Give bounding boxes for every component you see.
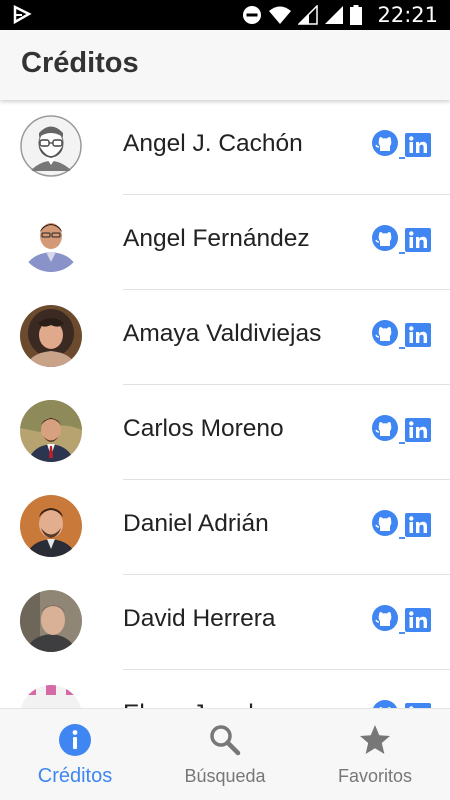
profile-links (371, 319, 431, 352)
profile-links (371, 699, 431, 708)
signal-icon (324, 5, 344, 30)
status-bar: 22:21 (0, 0, 450, 30)
credit-name: Angel Fernández (123, 225, 310, 252)
profile-links (371, 414, 431, 447)
app-bar: Créditos (0, 30, 450, 100)
credit-name: David Herrera (123, 605, 276, 632)
list-item[interactable]: Amaya Valdiviejas (0, 290, 450, 385)
wifi-icon (268, 5, 292, 30)
linkedin-icon[interactable] (405, 418, 431, 447)
avatar (20, 210, 82, 272)
search-icon (208, 723, 242, 762)
signal-icon (297, 4, 318, 30)
profile-links (371, 604, 431, 637)
app-notification-icon (12, 4, 32, 30)
profile-links (371, 224, 431, 257)
linkedin-icon[interactable] (405, 323, 431, 352)
list-item[interactable]: David Herrera (0, 575, 450, 670)
list-item[interactable]: Elena Jurado (0, 670, 450, 708)
credit-name: Amaya Valdiviejas (123, 320, 322, 347)
page-title: Créditos (21, 47, 139, 79)
credit-name: Elena Jurado (123, 700, 267, 708)
avatar (20, 590, 82, 652)
github-icon[interactable] (371, 699, 399, 708)
tab-label: Créditos (37, 765, 113, 787)
avatar (20, 685, 82, 708)
tab-favoritos[interactable]: Favoritos (300, 709, 450, 800)
credit-name: Carlos Moreno (123, 415, 284, 442)
github-icon[interactable] (371, 414, 399, 447)
avatar (20, 400, 82, 462)
status-time: 22:21 (377, 3, 438, 27)
avatar (20, 115, 82, 177)
list-item[interactable]: Daniel Adrián (0, 480, 450, 575)
linkedin-icon[interactable] (405, 133, 431, 162)
tab-label: Búsqueda (184, 766, 266, 786)
profile-links (371, 129, 431, 162)
bottom-navigation: Créditos Búsqueda Favoritos (0, 708, 450, 800)
tab-creditos[interactable]: Créditos (0, 709, 150, 800)
linkedin-icon[interactable] (405, 513, 431, 542)
linkedin-icon[interactable] (405, 608, 431, 637)
credit-name: Daniel Adrián (123, 510, 269, 537)
list-item[interactable]: Angel Fernández (0, 195, 450, 290)
list-item[interactable]: Carlos Moreno (0, 385, 450, 480)
avatar (20, 305, 82, 367)
profile-links (371, 509, 431, 542)
github-icon[interactable] (371, 319, 399, 352)
github-icon[interactable] (371, 129, 399, 162)
tab-busqueda[interactable]: Búsqueda (150, 709, 300, 800)
do-not-disturb-icon (242, 5, 262, 30)
github-icon[interactable] (371, 509, 399, 542)
credits-list[interactable]: Angel J. Cachón Angel Fernández Amaya Va… (0, 100, 450, 708)
credit-name: Angel J. Cachón (123, 130, 303, 157)
linkedin-icon[interactable] (405, 228, 431, 257)
info-icon (58, 723, 92, 762)
avatar (20, 495, 82, 557)
github-icon[interactable] (371, 604, 399, 637)
battery-icon (350, 5, 362, 30)
tab-label: Favoritos (337, 766, 413, 786)
star-icon (358, 723, 392, 762)
list-item[interactable]: Angel J. Cachón (0, 100, 450, 195)
github-icon[interactable] (371, 224, 399, 257)
